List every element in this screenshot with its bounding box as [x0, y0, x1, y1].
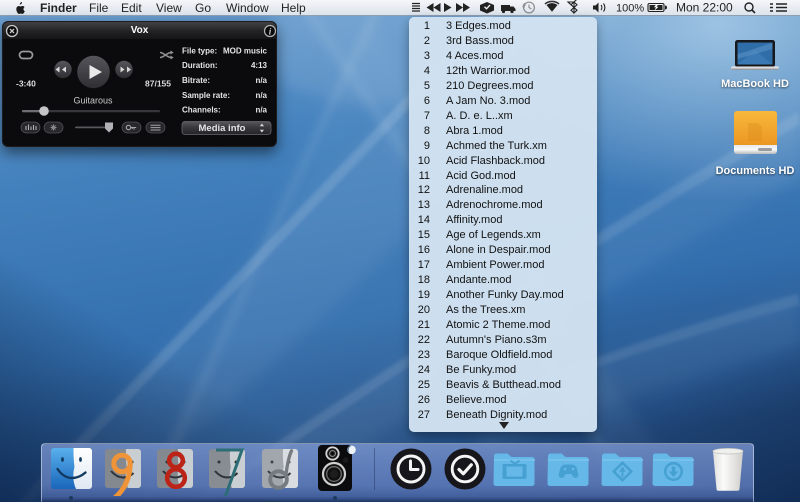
svg-text:File type:: File type:: [182, 47, 217, 56]
svg-text:Media info: Media info: [199, 123, 246, 134]
svg-text:Guitarous: Guitarous: [73, 96, 113, 106]
svg-text:n/a: n/a: [255, 91, 267, 100]
svg-text:n/a: n/a: [255, 76, 267, 85]
svg-text:n/a: n/a: [255, 106, 267, 115]
svg-text:-3:40: -3:40: [16, 79, 36, 89]
svg-text:4:13: 4:13: [251, 61, 268, 70]
svg-text:Duration:: Duration:: [182, 61, 218, 70]
svg-text:Bitrate:: Bitrate:: [182, 76, 210, 85]
svg-text:Sample rate:: Sample rate:: [182, 91, 230, 100]
svg-text:Mon 22:00: Mon 22:00: [676, 1, 733, 15]
svg-text:Channels:: Channels:: [182, 106, 221, 115]
svg-text:MOD music: MOD music: [223, 47, 268, 56]
svg-text:87/155: 87/155: [145, 79, 171, 89]
svg-text:100%: 100%: [616, 3, 644, 15]
